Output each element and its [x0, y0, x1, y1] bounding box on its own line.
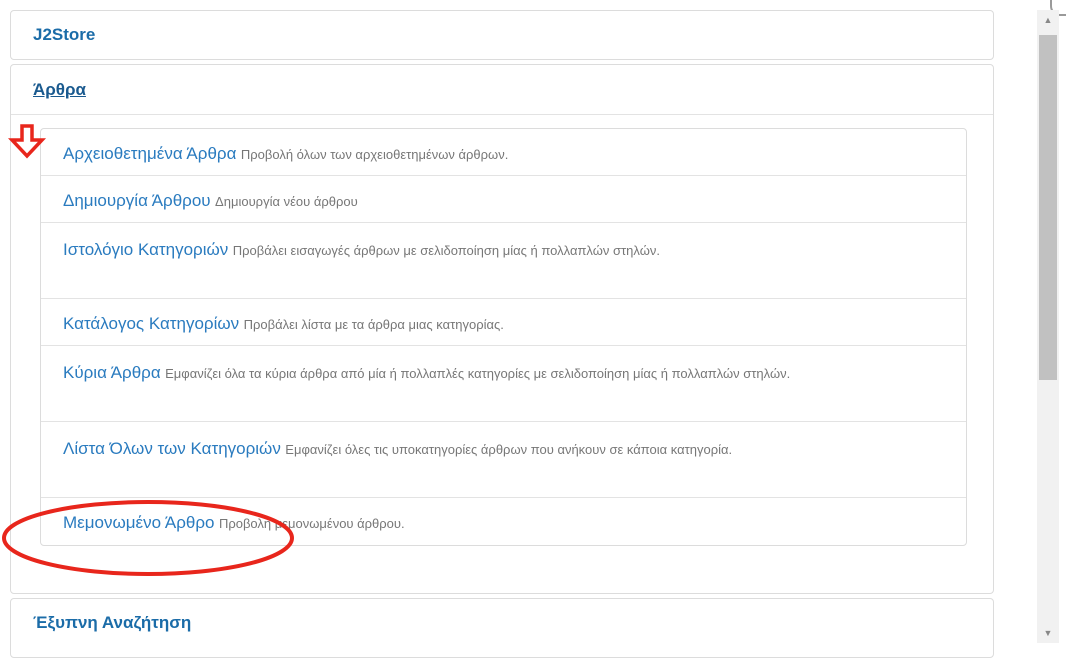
- item-description: Προβάλει λίστα με τα άρθρα μιας κατηγορί…: [243, 317, 504, 332]
- list-item-category-blog[interactable]: Ιστολόγιο Κατηγοριών Προβάλει εισαγωγές …: [41, 223, 966, 299]
- triangle-up-icon[interactable]: ▲: [1037, 10, 1059, 30]
- triangle-down-icon[interactable]: ▼: [1037, 623, 1059, 643]
- item-description: Δημιουργία νέου άρθρου: [215, 194, 358, 209]
- panel-j2store-title[interactable]: J2Store: [11, 11, 993, 59]
- item-description: Προβάλει εισαγωγές άρθρων με σελιδοποίησ…: [232, 243, 660, 258]
- article-menu-type-list: Αρχειοθετημένα Άρθρα Προβολή όλων των αρ…: [40, 128, 967, 546]
- item-description: Εμφανίζει όλες τις υποκατηγορίες άρθρων …: [285, 442, 733, 457]
- list-item-category-list[interactable]: Κατάλογος Κατηγορίων Προβάλει λίστα με τ…: [41, 299, 966, 346]
- item-title[interactable]: Λίστα Όλων των Κατηγοριών: [63, 439, 281, 458]
- list-item-all-categories[interactable]: Λίστα Όλων των Κατηγοριών Εμφανίζει όλες…: [41, 422, 966, 498]
- red-arrow-down-icon: [8, 124, 47, 159]
- list-item-featured-articles[interactable]: Κύρια Άρθρα Εμφανίζει όλα τα κύρια άρθρα…: [41, 346, 966, 422]
- item-title[interactable]: Κύρια Άρθρα: [63, 363, 161, 382]
- panel-smart-search-title[interactable]: Έξυπνη Αναζήτηση: [11, 599, 993, 647]
- list-item-create-article[interactable]: Δημιουργία Άρθρου Δημιουργία νέου άρθρου: [41, 176, 966, 223]
- panel-smart-search[interactable]: Έξυπνη Αναζήτηση: [10, 598, 994, 658]
- red-circle-highlight: [2, 500, 294, 576]
- item-title[interactable]: Κατάλογος Κατηγορίων: [63, 314, 239, 333]
- item-description: Προβολή όλων των αρχειοθετημένων άρθρων.: [240, 147, 509, 162]
- item-title[interactable]: Δημιουργία Άρθρου: [63, 191, 211, 210]
- list-item-archived-articles[interactable]: Αρχειοθετημένα Άρθρα Προβολή όλων των αρ…: [41, 129, 966, 176]
- panel-j2store[interactable]: J2Store: [10, 10, 994, 60]
- panel-arthra-title[interactable]: Άρθρα: [11, 65, 993, 115]
- item-description: Εμφανίζει όλα τα κύρια άρθρα από μία ή π…: [165, 366, 791, 381]
- item-title[interactable]: Αρχειοθετημένα Άρθρα: [63, 144, 236, 163]
- scrollbar-thumb[interactable]: [1039, 35, 1057, 380]
- item-title[interactable]: Ιστολόγιο Κατηγοριών: [63, 240, 228, 259]
